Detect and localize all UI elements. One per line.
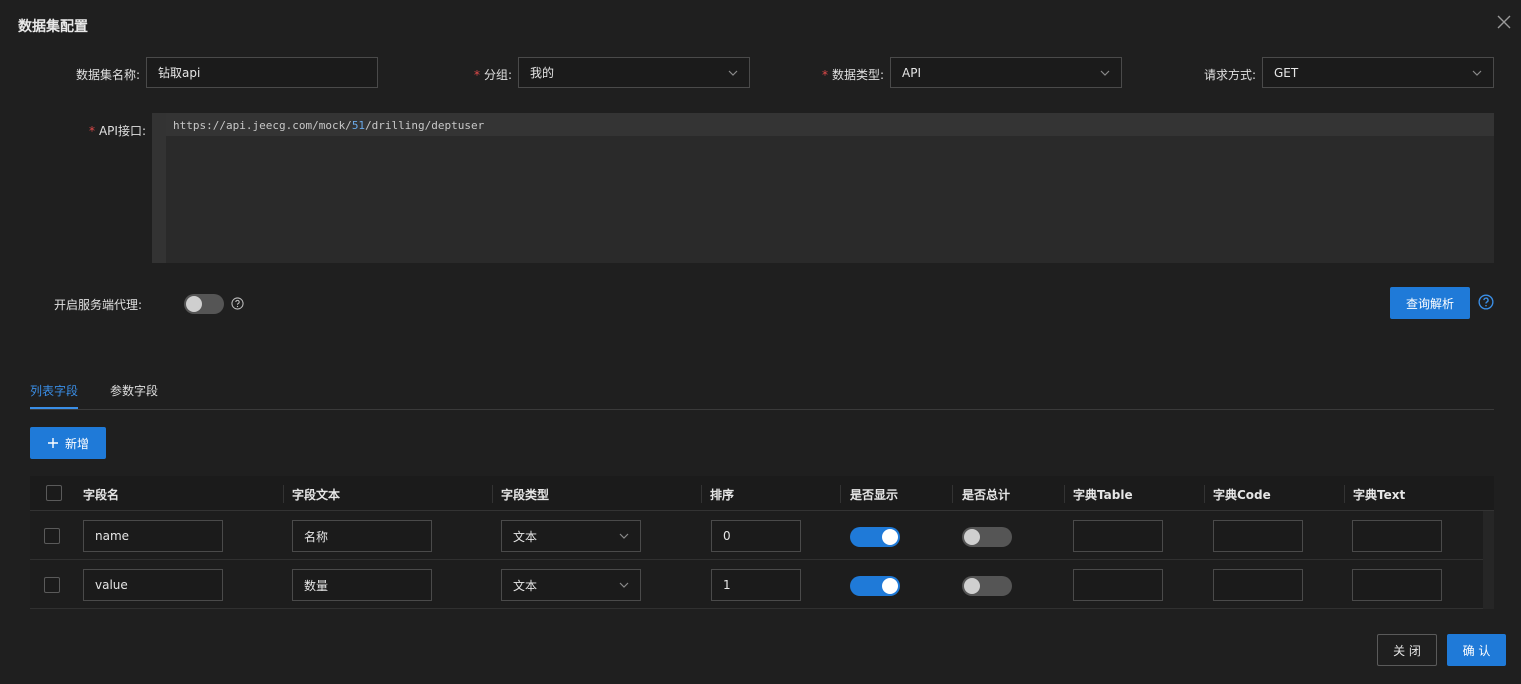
column-header: 字典Code	[1213, 488, 1271, 502]
table-row: value 数量 文本 1	[30, 560, 1494, 609]
request-method-select[interactable]: GET	[1262, 57, 1494, 88]
field-name-input[interactable]: name	[83, 520, 223, 552]
column-header: 排序	[710, 488, 735, 502]
select-all-checkbox[interactable]	[46, 485, 62, 501]
chevron-down-icon	[1472, 70, 1482, 76]
dict-table-input[interactable]	[1073, 569, 1163, 601]
tab-list-fields[interactable]: 列表字段	[30, 382, 78, 399]
field-type-value: 文本	[513, 578, 538, 593]
close-button[interactable]: 关 闭	[1377, 634, 1437, 666]
dict-code-input[interactable]	[1213, 569, 1303, 601]
field-name-value: name	[95, 529, 130, 543]
dict-text-input[interactable]	[1352, 569, 1442, 601]
column-divider	[1344, 485, 1345, 503]
table-scrollbar[interactable]	[1483, 511, 1494, 609]
question-circle-icon[interactable]	[1478, 294, 1494, 310]
field-text-value: 名称	[304, 529, 329, 544]
add-button[interactable]: 新增	[30, 427, 106, 459]
show-switch[interactable]	[850, 527, 900, 547]
required-mark: *	[88, 124, 95, 138]
field-type-value: 文本	[513, 529, 538, 544]
api-url-prefix: https://api.jeecg.com/mock/	[173, 119, 352, 132]
column-header: 是否显示	[850, 488, 899, 502]
data-type-select-value: API	[902, 65, 921, 80]
required-mark: *	[821, 68, 828, 82]
column-divider	[952, 485, 953, 503]
field-text-value: 数量	[304, 578, 329, 593]
column-divider	[492, 485, 493, 503]
group-select-value: 我的	[530, 66, 555, 80]
order-value: 0	[723, 529, 731, 543]
query-parse-button[interactable]: 查询解析	[1390, 287, 1470, 319]
column-header: 字段类型	[501, 488, 550, 502]
column-header: 是否总计	[962, 488, 1011, 502]
tab-active-indicator	[30, 407, 78, 409]
api-label: * API接口:	[88, 124, 146, 138]
dict-table-input[interactable]	[1073, 520, 1163, 552]
column-divider	[1064, 485, 1065, 503]
tab-param-fields[interactable]: 参数字段	[110, 382, 158, 399]
column-header: 字段名	[83, 488, 120, 502]
group-select[interactable]: 我的	[518, 57, 750, 88]
api-url-text: https://api.jeecg.com/mock/51/drilling/d…	[173, 119, 484, 132]
order-value: 1	[723, 578, 731, 592]
row-checkbox[interactable]	[44, 577, 60, 593]
confirm-button[interactable]: 确 认	[1447, 634, 1506, 666]
proxy-label: 开启服务端代理:	[54, 298, 143, 312]
dataset-name-label: 数据集名称:	[75, 68, 140, 82]
required-mark: *	[473, 68, 480, 82]
switch-knob	[186, 296, 202, 312]
order-input[interactable]: 1	[711, 569, 801, 601]
dict-text-input[interactable]	[1352, 520, 1442, 552]
column-header: 字典Text	[1353, 488, 1406, 502]
order-input[interactable]: 0	[711, 520, 801, 552]
column-header: 字典Table	[1073, 488, 1133, 502]
column-header: 字段文本	[292, 488, 341, 502]
close-icon[interactable]	[1494, 12, 1514, 32]
chevron-down-icon	[728, 70, 738, 76]
total-switch[interactable]	[962, 576, 1012, 596]
switch-knob	[964, 529, 980, 545]
row-checkbox[interactable]	[44, 528, 60, 544]
field-name-value: value	[95, 578, 128, 592]
api-code-editor[interactable]: https://api.jeecg.com/mock/51/drilling/d…	[152, 113, 1494, 263]
switch-knob	[964, 578, 980, 594]
column-divider	[1204, 485, 1205, 503]
field-type-select[interactable]: 文本	[501, 520, 641, 552]
proxy-switch[interactable]	[184, 294, 224, 314]
table-header: 字段名 字段文本 字段类型 排序 是否显示 是否总计 字典Table 字典Cod…	[30, 476, 1494, 511]
total-switch[interactable]	[962, 527, 1012, 547]
dict-code-input[interactable]	[1213, 520, 1303, 552]
editor-gutter	[152, 113, 166, 263]
field-text-input[interactable]: 名称	[292, 520, 432, 552]
request-method-value: GET	[1274, 65, 1299, 80]
chevron-down-icon	[1100, 70, 1110, 76]
dialog-title: 数据集配置	[18, 19, 88, 35]
request-method-label: 请求方式:	[1203, 68, 1256, 82]
chevron-down-icon	[619, 533, 629, 539]
chevron-down-icon	[619, 582, 629, 588]
column-divider	[283, 485, 284, 503]
field-name-input[interactable]: value	[83, 569, 223, 601]
group-label: * 分组:	[473, 68, 512, 82]
field-text-input[interactable]: 数量	[292, 569, 432, 601]
question-circle-icon[interactable]	[231, 297, 244, 310]
column-divider	[701, 485, 702, 503]
tab-divider	[30, 409, 1494, 410]
dataset-name-value: 钻取api	[158, 66, 201, 80]
show-switch[interactable]	[850, 576, 900, 596]
switch-knob	[882, 529, 898, 545]
data-type-select[interactable]: API	[890, 57, 1122, 88]
switch-knob	[882, 578, 898, 594]
dataset-name-input[interactable]: 钻取api	[146, 57, 378, 88]
api-url-suffix: /drilling/deptuser	[365, 119, 485, 132]
table-row: name 名称 文本 0	[30, 511, 1494, 560]
api-url-number: 51	[351, 119, 366, 132]
column-divider	[840, 485, 841, 503]
plus-icon	[47, 438, 58, 448]
field-type-select[interactable]: 文本	[501, 569, 641, 601]
data-type-label: * 数据类型:	[821, 68, 884, 82]
add-button-label: 新增	[64, 436, 89, 451]
